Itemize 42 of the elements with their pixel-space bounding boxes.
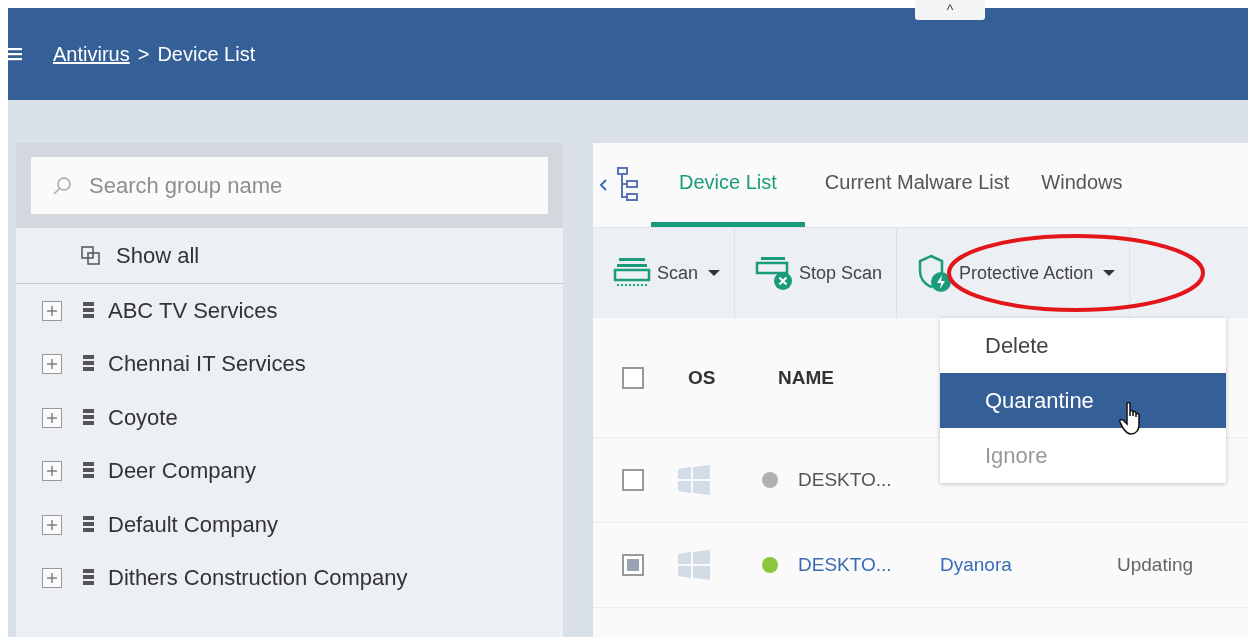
row-checkbox[interactable] [622, 554, 644, 576]
user-link[interactable]: Dyanora [940, 554, 1117, 576]
tab[interactable]: Windows [1037, 143, 1151, 227]
show-all-item[interactable]: Show all [16, 228, 563, 284]
breadcrumb-current: Device List [157, 42, 256, 66]
expand-toggle-icon[interactable] [42, 300, 62, 321]
group-name[interactable]: Coyote [108, 404, 178, 431]
windows-logo-icon [678, 465, 710, 495]
caret-icon [708, 270, 721, 276]
expand-toggle-icon[interactable] [42, 514, 62, 535]
search-icon [51, 174, 73, 197]
shield-bolt-icon [917, 253, 954, 293]
collapse-tab[interactable]: ^ [915, 0, 985, 20]
group-name[interactable]: Dithers Construction Company [108, 565, 408, 592]
caret-icon [1103, 270, 1116, 276]
scan-button[interactable]: Scan [593, 228, 736, 318]
group-name[interactable]: Default Company [108, 511, 278, 538]
tab[interactable]: Current Malware List [804, 143, 1038, 227]
expand-toggle-icon[interactable] [42, 568, 62, 589]
overlapping-squares-icon [80, 244, 102, 267]
breadcrumb-link[interactable]: Antivirus [53, 42, 130, 66]
device-name[interactable]: DESKTO... [798, 554, 940, 576]
tree-icon[interactable] [615, 167, 641, 203]
row-checkbox[interactable] [622, 469, 644, 491]
windows-logo-icon [678, 550, 710, 580]
group-name[interactable]: Chennai IT Services [108, 351, 306, 378]
menu-icon[interactable] [8, 47, 22, 61]
group-name[interactable]: ABC TV Services [108, 297, 278, 324]
expand-toggle-icon[interactable] [42, 407, 62, 428]
select-all-checkbox[interactable] [622, 366, 644, 389]
scanner-stop-icon [755, 255, 794, 291]
menu-item[interactable]: Delete [940, 318, 1226, 373]
device-name[interactable]: DESKTO... [798, 469, 940, 491]
column-header[interactable]: NAME [778, 366, 834, 389]
group-name[interactable]: Deer Company [108, 458, 256, 485]
column-header[interactable]: OS [688, 366, 778, 389]
breadcrumb-separator: > [137, 42, 150, 66]
search-field[interactable]: Search group name [31, 157, 548, 214]
expand-toggle-icon[interactable] [42, 461, 62, 482]
stop-scan-button[interactable]: Stop Scan [735, 228, 898, 318]
expand-toggle-icon[interactable] [42, 354, 62, 375]
status-text: Updating [1117, 554, 1194, 576]
